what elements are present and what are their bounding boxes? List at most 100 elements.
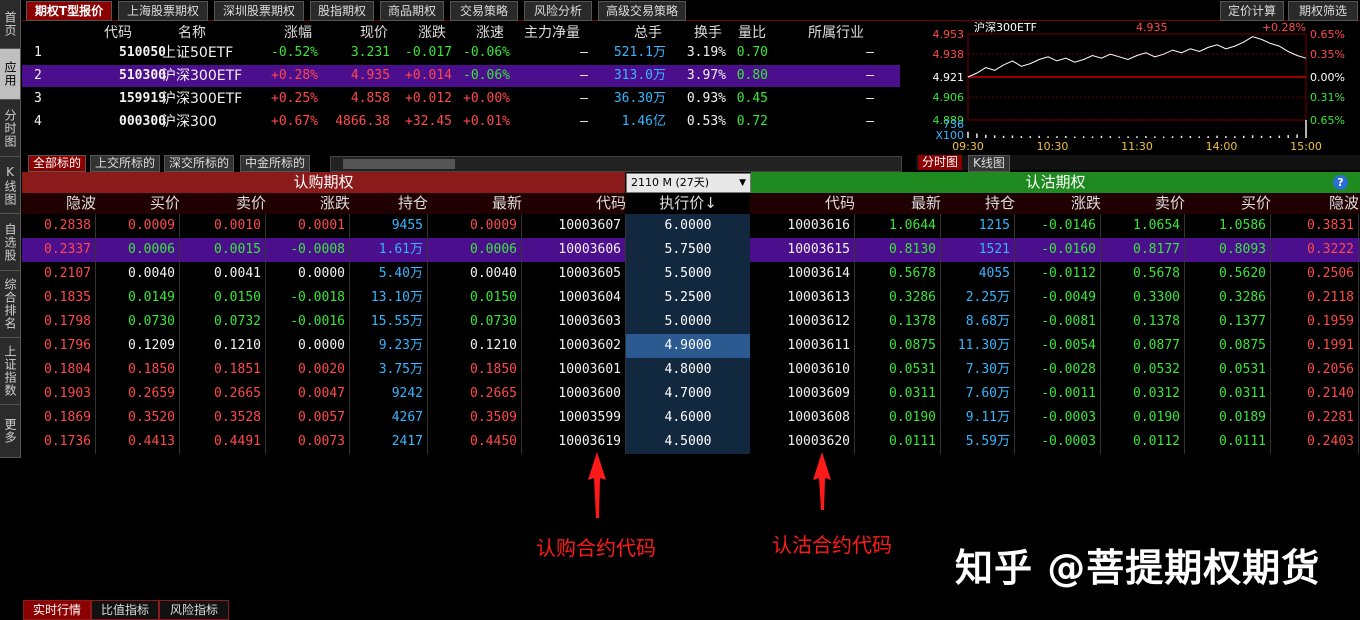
option-cell-p_iv: 0.2118 <box>1271 286 1359 310</box>
option-cell-c_last: 0.0730 <box>428 310 522 334</box>
option-row[interactable]: 0.2838 0.0009 0.0010 0.0001 9455 0.0009 100036… <box>22 214 1360 238</box>
option-cell-p_chg: -0.0003 <box>1015 430 1101 454</box>
option-row[interactable]: 0.2107 0.0040 0.0041 0.0000 5.40万 0.0040 10003… <box>22 262 1360 286</box>
strike-price[interactable]: 5.7500 <box>626 238 750 262</box>
tab-realtime[interactable]: 实时行情 <box>23 600 91 620</box>
col-strike[interactable]: 执行价↓ <box>626 193 750 214</box>
tab-strategy[interactable]: 交易策略 <box>450 1 518 21</box>
option-cell-p_iv: 0.2140 <box>1271 382 1359 406</box>
underlying-row[interactable]: 2 510300 沪深300ETF +0.28% 4.935 +0.014 -0.06% –3… <box>22 65 900 87</box>
sidebar-item-ranking[interactable]: 综合排名 <box>0 271 20 338</box>
option-row[interactable]: 0.1736 0.4413 0.4491 0.0073 2417 0.4450 100036… <box>22 430 1360 454</box>
underlying-row[interactable]: 3 159919 沪深300ETF +0.25% 4.858 +0.012 +0.00% –3… <box>22 88 900 110</box>
help-icon[interactable]: ? <box>1333 175 1348 190</box>
option-cell-c_last: 0.3509 <box>428 406 522 430</box>
underlying-cell-price: 4.935 <box>350 68 390 83</box>
strike-price[interactable]: 5.0000 <box>626 310 750 334</box>
underlying-row[interactable]: 4 000300 沪深300 +0.67% 4866.38 +32.45 +0.01% –1.… <box>22 111 900 133</box>
strike-price[interactable]: 5.5000 <box>626 262 750 286</box>
option-cell-c_ask: 0.0041 <box>180 262 266 286</box>
sidebar-item-timeshare[interactable]: 分时图 <box>0 100 20 157</box>
option-cell-c_iv: 0.1798 <box>22 310 96 334</box>
tab-sh-stock-option[interactable]: 上海股票期权 <box>118 1 208 21</box>
underlying-cell-chg: +0.012 <box>405 91 452 106</box>
tab-option-filter[interactable]: 期权筛选 <box>1288 1 1358 21</box>
option-row[interactable]: 0.1796 0.1209 0.1210 0.0000 9.23万 0.1210 10003… <box>22 334 1360 358</box>
tab-sse-underlying[interactable]: 上交所标的 <box>90 155 161 172</box>
tab-index-option[interactable]: 股指期权 <box>310 1 374 21</box>
col-put-ask: 卖价 <box>1154 194 1185 212</box>
option-cell-c_chg: -0.0018 <box>266 286 350 310</box>
tab-cffex-underlying[interactable]: 中金所标的 <box>240 155 311 172</box>
strike-price[interactable]: 4.9000 <box>626 334 750 358</box>
option-row[interactable]: 0.2337 0.0006 0.0015 -0.0008 1.61万 0.0006 1000… <box>22 238 1360 262</box>
underlying-row[interactable]: 1 510050 上证50ETF -0.52% 3.231 -0.017 -0.06% –52… <box>22 42 900 64</box>
option-cell-p_bid: 0.0189 <box>1185 406 1271 430</box>
option-row[interactable]: 0.1869 0.3520 0.3528 0.0057 4267 0.3509 100035… <box>22 406 1360 430</box>
underlying-cell-speed: +0.01% <box>463 114 510 129</box>
option-cell-p_bid: 0.0111 <box>1185 430 1271 454</box>
chart-y-right-label: 0.31% <box>1310 91 1345 104</box>
strike-price[interactable]: 5.2500 <box>626 286 750 310</box>
option-cell-p_chg: -0.0003 <box>1015 406 1101 430</box>
option-cell-p_bid: 0.0531 <box>1185 358 1271 382</box>
option-cell-p_bid: 0.8093 <box>1185 238 1271 262</box>
tab-risk-indicator[interactable]: 风险指标 <box>159 600 229 620</box>
strike-price[interactable]: 6.0000 <box>626 214 750 238</box>
option-cell-p_bid: 0.3286 <box>1185 286 1271 310</box>
underlying-cell-idx: 2 <box>34 68 42 83</box>
option-row[interactable]: 0.1835 0.0149 0.0150 -0.0018 13.10万 0.0150 100… <box>22 286 1360 310</box>
tab-pricing-calc[interactable]: 定价计算 <box>1220 1 1284 21</box>
option-cell-p_ask: 0.8177 <box>1101 238 1185 262</box>
option-cell-p_last: 0.1378 <box>855 310 941 334</box>
option-row[interactable]: 0.1798 0.0730 0.0732 -0.0016 15.55万 0.0730 100… <box>22 310 1360 334</box>
option-cell-p_ask: 0.0312 <box>1101 382 1185 406</box>
tab-risk[interactable]: 风险分析 <box>524 1 592 21</box>
call-options-header: 认购期权 <box>22 172 625 193</box>
scrollbar-thumb[interactable] <box>343 159 455 169</box>
tab-all-underlying[interactable]: 全部标的 <box>28 155 87 172</box>
option-cell-c_code: 10003607 <box>522 214 626 238</box>
chart-tab-kline[interactable]: K线图 <box>968 155 1010 172</box>
strike-price[interactable]: 4.8000 <box>626 358 750 382</box>
option-row[interactable]: 0.1903 0.2659 0.2665 0.0047 9242 0.2665 100036… <box>22 382 1360 406</box>
option-cell-p_code: 10003616 <box>751 214 855 238</box>
tab-szse-underlying[interactable]: 深交所标的 <box>164 155 235 172</box>
option-cell-p_chg: -0.0112 <box>1015 262 1101 286</box>
option-cell-c_bid: 0.0040 <box>96 262 180 286</box>
col-put-bid: 买价 <box>1240 194 1271 212</box>
sidebar-item-watchlist[interactable]: 自选股 <box>0 214 20 271</box>
chart-y-right-label: 0.65% <box>1310 28 1345 41</box>
option-cell-c_bid: 0.0009 <box>96 214 180 238</box>
tab-t-quote[interactable]: 期权T型报价 <box>26 1 112 21</box>
option-cell-c_code: 10003600 <box>522 382 626 406</box>
strike-price[interactable]: 4.6000 <box>626 406 750 430</box>
sidebar-item-apps[interactable]: 应用 <box>0 49 20 100</box>
mini-timeshare-chart: 4.953 0.65% 4.938 0.35% 4.921 0.00% 4.906 0.31%… <box>916 20 1360 155</box>
option-cell-p_ask: 0.0532 <box>1101 358 1185 382</box>
sidebar-item-home[interactable]: 首页 <box>0 0 20 49</box>
expiry-select[interactable]: 2110 M (27天) ▼ <box>626 173 751 193</box>
tab-advanced-strategy[interactable]: 高级交易策略 <box>598 1 686 21</box>
strike-price[interactable]: 4.5000 <box>626 430 750 454</box>
underlying-cell-vol: 1.46亿 <box>621 114 666 129</box>
col-call-last: 最新 <box>491 194 522 212</box>
tab-commodity-option[interactable]: 商品期权 <box>380 1 444 21</box>
sidebar-item-kline[interactable]: K线图 <box>0 157 20 214</box>
option-cell-c_last: 0.0150 <box>428 286 522 310</box>
option-column-header: 隐波 买价 卖价 涨跌 持仓 最新 代码 执行价↓ 代码 最新 持仓 涨跌 卖价… <box>22 193 1360 214</box>
tab-ratio-indicator[interactable]: 比值指标 <box>91 600 159 620</box>
horizontal-scrollbar[interactable] <box>330 156 902 172</box>
sidebar-item-more[interactable]: 更多 <box>0 405 20 458</box>
underlying-cell-code: 510300 <box>119 68 166 83</box>
option-row[interactable]: 0.1804 0.1850 0.1851 0.0020 3.75万 0.1850 10003… <box>22 358 1360 382</box>
underlying-cell-turn: 3.97% <box>686 68 726 83</box>
col-call-chg: 涨跌 <box>319 194 350 212</box>
strike-price[interactable]: 4.7000 <box>626 382 750 406</box>
chart-tab-timeshare[interactable]: 分时图 <box>918 155 963 170</box>
sidebar-item-index[interactable]: 上证指数 <box>0 338 20 405</box>
tab-sz-stock-option[interactable]: 深圳股票期权 <box>214 1 304 21</box>
chart-x-label: 09:30 <box>952 140 984 153</box>
option-cell-c_code: 10003606 <box>522 238 626 262</box>
option-cell-c_bid: 0.1209 <box>96 334 180 358</box>
